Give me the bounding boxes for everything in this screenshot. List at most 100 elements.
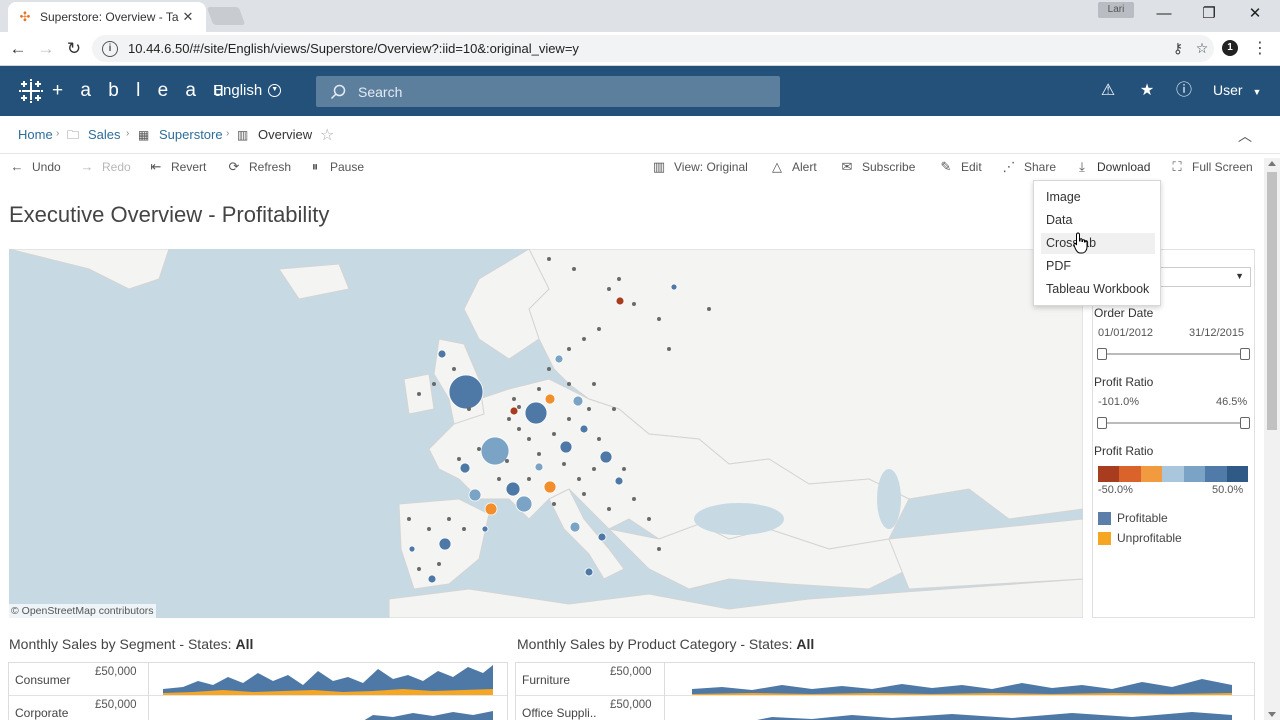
legend-profitable-label: Profitable (1117, 511, 1168, 525)
profit-ratio-slider-max-handle[interactable] (1240, 417, 1250, 429)
scrollbar-thumb[interactable] (1267, 172, 1277, 430)
download-menu-data[interactable]: Data (1041, 210, 1155, 231)
bubble-toulouse (484, 502, 498, 516)
legend-unprofitable[interactable]: Unprofitable (1098, 531, 1182, 545)
bubble-vienna (599, 450, 613, 464)
breadcrumb-superstore[interactable]: ▦ Superstore (138, 127, 223, 142)
share-label: Share (1024, 160, 1057, 174)
refresh-button[interactable]: ⟳ Refresh (227, 159, 291, 175)
ramp-step-3 (1162, 466, 1184, 482)
download-button[interactable]: ⤓ Download (1075, 159, 1150, 175)
map-canvas[interactable] (9, 249, 1083, 618)
url-text[interactable]: 10.44.6.50/#/site/English/views/Supersto… (128, 41, 1166, 56)
browser-tab[interactable]: ✣ Superstore: Overview - Ta ✕ (8, 2, 206, 32)
collapse-chevron-up-icon[interactable]: ︿ (1238, 126, 1252, 146)
segment-chart-state-filter[interactable]: All (235, 636, 253, 652)
full-screen-button[interactable]: ⛶ Full Screen (1170, 159, 1253, 175)
segment-chart[interactable]: Consumer Corporate £50,000 £50,000 (8, 662, 508, 720)
scroll-up-icon[interactable] (1268, 161, 1276, 166)
back-arrow-icon[interactable]: ← (6, 37, 30, 61)
segment-area-charts[interactable] (163, 663, 493, 720)
favorite-star-outline-icon[interactable]: ☆ (320, 125, 334, 145)
bubble-lisbon (408, 545, 416, 553)
profit-ratio-slider-min-handle[interactable] (1097, 417, 1107, 429)
language-selector[interactable]: English ▼ (213, 82, 282, 99)
minimize-button[interactable]: — (1144, 4, 1184, 24)
download-menu-image[interactable]: Image (1041, 187, 1155, 208)
dropdown-caret-icon: ▼ (1235, 271, 1244, 281)
tableau-header: + a b l e a u English ▼ Search ⚠ ★ ⓘ Use… (0, 66, 1280, 116)
full-screen-label: Full Screen (1192, 160, 1253, 174)
order-date-slider-min-handle[interactable] (1097, 348, 1107, 360)
close-tab-icon[interactable]: ✕ (180, 9, 196, 25)
breadcrumb-sales[interactable]: 🗀 Sales (67, 127, 121, 142)
new-tab-button[interactable] (206, 7, 246, 25)
order-date-slider-track[interactable] (1102, 353, 1245, 355)
favorites-star-icon[interactable]: ★ (1137, 81, 1157, 101)
tableau-logo[interactable]: + a b l e a u (18, 78, 230, 104)
category-row-office-supplies: Office Suppli.. (522, 706, 597, 720)
window-close-button[interactable]: ✕ (1235, 4, 1275, 24)
order-date-max[interactable]: 31/12/2015 (1189, 327, 1244, 339)
language-label: English (213, 82, 263, 99)
pause-icon: ⏸ (311, 159, 319, 174)
download-menu-pdf[interactable]: PDF (1041, 256, 1155, 277)
ramp-step-0 (1098, 466, 1120, 482)
vertical-scrollbar[interactable] (1264, 158, 1280, 720)
edit-button[interactable]: ✎ Edit (939, 159, 982, 175)
category-chart[interactable]: Furniture Office Suppli.. £50,000 £50,00… (515, 662, 1255, 720)
folder-icon: 🗀 (67, 127, 80, 142)
search-input[interactable]: Search (316, 76, 780, 107)
redo-label: Redo (102, 159, 131, 174)
key-icon[interactable]: ⚷ (1166, 40, 1190, 57)
segment-axis-label-1: £50,000 (95, 666, 137, 678)
info-icon[interactable]: ⓘ (1174, 81, 1194, 101)
bubble-netherlands (544, 393, 556, 405)
reload-icon[interactable]: ↻ (62, 37, 86, 61)
browser-menu-icon[interactable]: ⋮ (1252, 38, 1268, 58)
legend-profitable[interactable]: Profitable (1098, 511, 1168, 525)
order-date-min[interactable]: 01/01/2012 (1098, 327, 1153, 339)
browser-tabstrip: ✣ Superstore: Overview - Ta ✕ Lari — ❐ ✕ (0, 0, 1280, 32)
maximize-button[interactable]: ❐ (1189, 4, 1229, 24)
profile-badge[interactable]: Lari (1098, 2, 1134, 18)
share-button[interactable]: ⋰ Share (1002, 159, 1057, 175)
scroll-down-icon[interactable] (1268, 712, 1276, 717)
profit-ratio-color-ramp (1098, 466, 1248, 482)
profitability-map[interactable]: © OpenStreetMap contributors (9, 249, 1083, 618)
alert-triangle-icon[interactable]: ⚠ (1098, 81, 1118, 101)
map-attribution[interactable]: © OpenStreetMap contributors (9, 604, 156, 618)
category-area-charts[interactable] (692, 663, 1232, 720)
profit-ratio-slider-track[interactable] (1102, 422, 1245, 424)
redo-arrow-icon: → (80, 159, 94, 174)
undo-button[interactable]: ← Undo (10, 159, 61, 174)
revert-button[interactable]: ⇤ Revert (149, 159, 207, 175)
view-original-button[interactable]: ▥ View: Original (652, 159, 748, 175)
category-row-furniture: Furniture (522, 673, 571, 687)
extension-icon[interactable]: 1 (1222, 40, 1238, 56)
subscribe-button[interactable]: ✉ Subscribe (840, 159, 916, 175)
segment-row-corporate: Corporate (15, 706, 69, 720)
profit-ratio-min[interactable]: -101.0% (1098, 396, 1139, 408)
breadcrumb-home[interactable]: Home (18, 127, 53, 142)
envelope-icon: ✉ (841, 159, 853, 174)
segment-row-consumer: Consumer (15, 673, 71, 687)
category-axis-label-2: £50,000 (610, 699, 652, 711)
alert-label: Alert (792, 160, 817, 174)
url-omnibox[interactable]: i 10.44.6.50/#/site/English/views/Supers… (92, 35, 1214, 62)
pause-button[interactable]: ⏸ Pause (308, 159, 364, 175)
profit-ratio-max[interactable]: 46.5% (1216, 396, 1247, 408)
order-date-slider-max-handle[interactable] (1240, 348, 1250, 360)
alert-button[interactable]: △ Alert (770, 159, 817, 175)
user-menu[interactable]: User ▼ (1213, 82, 1261, 98)
download-menu-tableau-workbook[interactable]: Tableau Workbook (1041, 279, 1155, 300)
bubble-marseille (515, 495, 533, 513)
download-menu-crosstab[interactable]: Crosstab (1041, 233, 1155, 254)
bookmark-star-icon[interactable]: ☆ (1190, 40, 1214, 57)
site-info-icon[interactable]: i (102, 40, 118, 57)
forward-arrow-icon[interactable]: → (34, 37, 58, 61)
browser-tab-title: Superstore: Overview - Ta (40, 10, 179, 24)
redo-button[interactable]: → Redo (80, 159, 131, 174)
category-chart-state-filter[interactable]: All (796, 636, 814, 652)
breadcrumb-superstore-label: Superstore (159, 127, 223, 142)
